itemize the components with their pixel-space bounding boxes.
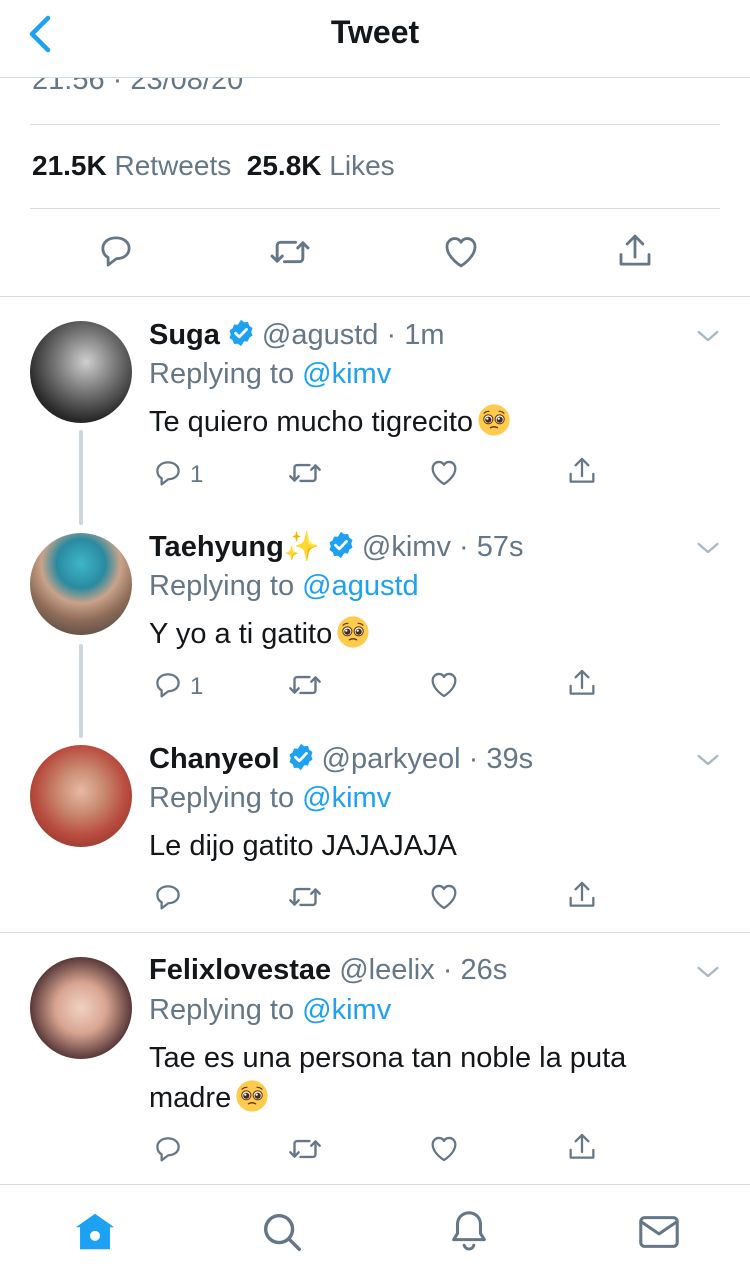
avatar[interactable] bbox=[30, 957, 132, 1059]
share-icon[interactable] bbox=[565, 1130, 599, 1164]
author-handle[interactable]: @leelix bbox=[339, 954, 435, 986]
replying-prefix: Replying to bbox=[149, 570, 295, 602]
reply-text: Tae es una persona tan noble la puta mad… bbox=[149, 1038, 689, 1118]
chevron-down-icon[interactable] bbox=[692, 956, 724, 988]
reply-text: Te quiero mucho tigrecito bbox=[149, 402, 709, 442]
avatar[interactable] bbox=[30, 321, 132, 423]
author-handle[interactable]: @parkyeol bbox=[322, 743, 461, 775]
reply-icon[interactable] bbox=[151, 456, 185, 490]
replying-to-line: Replying to @agustd bbox=[149, 570, 419, 603]
search-icon[interactable] bbox=[259, 1209, 305, 1255]
retweets-label[interactable]: Retweets bbox=[115, 150, 232, 181]
pleading-face-emoji-icon bbox=[336, 615, 370, 649]
like-heart-icon[interactable] bbox=[427, 667, 461, 701]
chevron-down-icon[interactable] bbox=[692, 532, 724, 564]
share-icon[interactable] bbox=[565, 666, 599, 700]
chevron-down-icon[interactable] bbox=[692, 320, 724, 352]
replying-prefix: Replying to bbox=[149, 994, 295, 1026]
author-name[interactable]: Suga bbox=[149, 319, 220, 351]
retweets-count[interactable]: 21.5K bbox=[32, 150, 107, 181]
author-name[interactable]: Taehyung bbox=[149, 531, 284, 563]
retweet-icon[interactable] bbox=[287, 667, 323, 703]
chevron-down-icon[interactable] bbox=[692, 744, 724, 776]
page-title: Tweet bbox=[330, 14, 420, 50]
verified-badge-icon bbox=[326, 530, 356, 560]
reply-time: 26s bbox=[460, 954, 508, 986]
share-icon[interactable] bbox=[614, 230, 656, 272]
like-heart-icon[interactable] bbox=[427, 455, 461, 489]
pleading-face-emoji-icon bbox=[235, 1079, 269, 1113]
reply-count: 1 bbox=[190, 461, 204, 488]
retweet-icon[interactable] bbox=[287, 879, 323, 915]
divider bbox=[30, 208, 720, 209]
reply-author-line: Suga @agustd · 1m bbox=[149, 318, 445, 351]
replying-to-handle[interactable]: @kimv bbox=[302, 782, 391, 814]
retweet-icon[interactable] bbox=[287, 455, 323, 491]
bottom-tab-bar bbox=[0, 1184, 750, 1283]
replying-to-handle[interactable]: @kimv bbox=[302, 358, 391, 390]
replying-to-handle[interactable]: @agustd bbox=[302, 570, 419, 602]
verified-badge-icon bbox=[226, 318, 256, 348]
reply-icon[interactable] bbox=[151, 668, 185, 702]
likes-label[interactable]: Likes bbox=[329, 150, 394, 181]
retweet-icon[interactable] bbox=[287, 1131, 323, 1167]
divider bbox=[30, 124, 720, 125]
author-name[interactable]: Felixlovestae bbox=[149, 954, 331, 986]
tweet-stats: 21.5K Retweets 25.8K Likes bbox=[32, 150, 395, 182]
reply-author-line: Felixlovestae @leelix · 26s bbox=[149, 954, 508, 986]
author-name[interactable]: Chanyeol bbox=[149, 743, 280, 775]
reply-time: 39s bbox=[486, 743, 534, 775]
notifications-bell-icon[interactable] bbox=[446, 1207, 492, 1255]
divider bbox=[0, 932, 750, 933]
reply-icon[interactable] bbox=[151, 880, 185, 914]
reply-count: 1 bbox=[190, 673, 204, 700]
likes-count[interactable]: 25.8K bbox=[247, 150, 322, 181]
replying-to-handle[interactable]: @kimv bbox=[302, 994, 391, 1026]
thread-connector bbox=[79, 644, 83, 738]
replying-to-line: Replying to @kimv bbox=[149, 358, 391, 391]
replying-to-line: Replying to @kimv bbox=[149, 782, 391, 815]
reply-icon[interactable] bbox=[151, 1132, 185, 1166]
author-handle[interactable]: @agustd bbox=[262, 319, 379, 351]
like-heart-icon[interactable] bbox=[440, 230, 482, 272]
avatar[interactable] bbox=[30, 745, 132, 847]
replying-prefix: Replying to bbox=[149, 782, 295, 814]
thread-connector bbox=[79, 430, 83, 525]
replying-to-line: Replying to @kimv bbox=[149, 994, 391, 1027]
divider bbox=[0, 296, 750, 297]
reply-text-content: Y yo a ti gatito bbox=[149, 618, 333, 650]
like-heart-icon[interactable] bbox=[427, 879, 461, 913]
reply-time: 57s bbox=[476, 531, 524, 563]
verified-badge-icon bbox=[286, 742, 316, 772]
reply-time: 1m bbox=[404, 319, 445, 351]
like-heart-icon[interactable] bbox=[427, 1131, 461, 1165]
sparkles-emoji-icon: ✨ bbox=[283, 531, 320, 563]
reply-text-content: Le dijo gatito JAJAJAJA bbox=[149, 830, 457, 862]
reply-text-content: Tae es una persona tan noble la puta mad… bbox=[149, 1042, 627, 1114]
author-handle[interactable]: @kimv bbox=[362, 531, 451, 563]
top-nav-bar: Tweet bbox=[0, 0, 750, 78]
reply-text-content: Te quiero mucho tigrecito bbox=[149, 406, 473, 438]
share-icon[interactable] bbox=[565, 454, 599, 488]
reply-icon[interactable] bbox=[95, 230, 137, 272]
pleading-face-emoji-icon bbox=[477, 403, 511, 437]
share-icon[interactable] bbox=[565, 878, 599, 912]
replying-prefix: Replying to bbox=[149, 358, 295, 390]
avatar[interactable] bbox=[30, 533, 132, 635]
reply-text: Le dijo gatito JAJAJAJA bbox=[149, 826, 709, 866]
reply-text: Y yo a ti gatito bbox=[149, 614, 709, 654]
reply-author-line: Taehyung✨ @kimv · 57s bbox=[149, 530, 524, 563]
home-icon[interactable] bbox=[72, 1209, 118, 1255]
retweet-icon[interactable] bbox=[268, 230, 312, 274]
messages-envelope-icon[interactable] bbox=[636, 1209, 682, 1255]
reply-author-line: Chanyeol @parkyeol · 39s bbox=[149, 742, 534, 775]
